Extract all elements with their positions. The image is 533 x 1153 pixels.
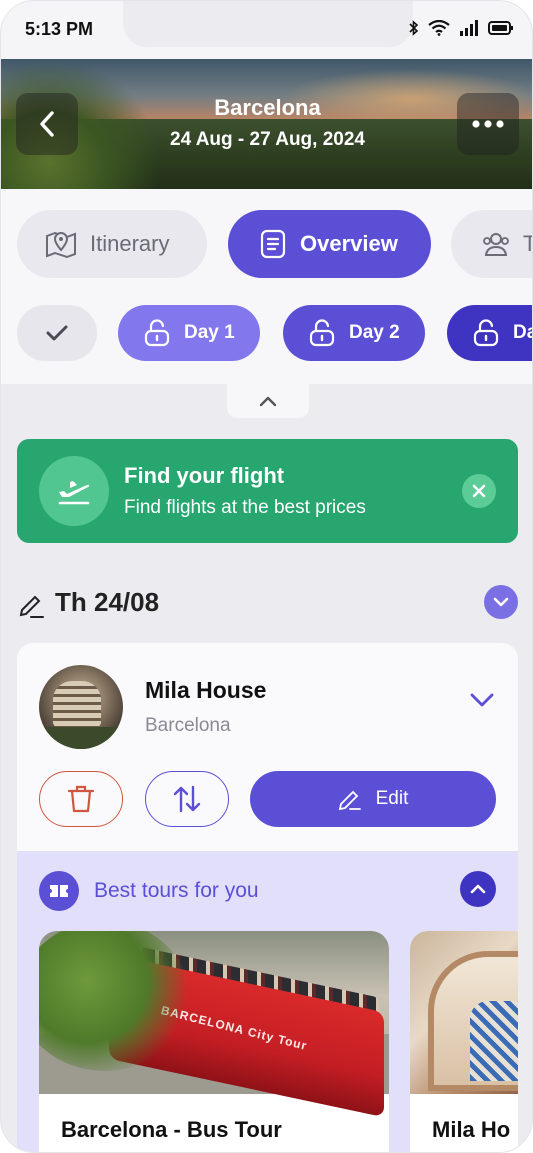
chevron-up-icon (259, 396, 277, 407)
tab-travelers-label: T (523, 231, 532, 257)
chevron-up-icon (470, 884, 486, 894)
plane-takeoff-icon (39, 456, 109, 526)
chevron-down-icon (493, 597, 509, 607)
reorder-button[interactable] (145, 771, 229, 827)
status-bar: 5:13 PM (1, 1, 532, 59)
bluetooth-icon (409, 20, 419, 36)
tour-ticket-icon (39, 871, 79, 911)
day-chip-1[interactable]: Day 1 (118, 305, 260, 361)
close-banner-button[interactable] (462, 474, 496, 508)
day-date-label: Th 24/08 (55, 587, 160, 617)
tours-title: Best tours for you (94, 879, 259, 902)
close-icon (472, 484, 486, 498)
day-header: Th 24/08 (17, 585, 518, 621)
place-card: Mila House Barcelona Edit Best tours for… (17, 643, 518, 1152)
unlock-icon (144, 319, 170, 347)
tab-overview[interactable]: Overview (228, 210, 431, 278)
tour-name: Barcelona - Bus Tour (61, 1117, 282, 1142)
trash-icon (67, 785, 95, 813)
sort-arrows-icon (173, 785, 201, 813)
battery-icon (488, 21, 513, 35)
day-chip-3[interactable]: Da (447, 305, 532, 361)
checkmark-icon (46, 325, 68, 341)
more-options-button[interactable] (457, 93, 519, 155)
tours-collapse-button[interactable] (460, 871, 496, 907)
best-tours-section: Best tours for you BARCELONA City Tour B… (17, 851, 518, 1152)
tabs-area: Itinerary Overview T Day 1 (1, 189, 532, 384)
notch (123, 1, 413, 47)
tab-itinerary[interactable]: Itinerary (17, 210, 207, 278)
wifi-icon (428, 20, 450, 36)
place-photo (39, 665, 123, 749)
place-expand-button[interactable] (470, 693, 494, 707)
chevron-down-icon (470, 693, 494, 707)
day-chip-2[interactable]: Day 2 (283, 305, 425, 361)
cellular-icon (460, 20, 478, 36)
day-chip-2-label: Day 2 (349, 322, 400, 343)
edit-button-label: Edit (375, 788, 409, 809)
map-pin-icon (44, 227, 78, 261)
edit-pencil-icon[interactable] (17, 591, 45, 619)
trip-hero: Barcelona 24 Aug - 27 Aug, 2024 (1, 59, 532, 189)
day-chip-3-label: Da (513, 322, 532, 343)
status-time: 5:13 PM (25, 19, 94, 39)
status-icons (409, 20, 514, 36)
tab-travelers[interactable]: T (451, 210, 532, 278)
tour-card[interactable]: Mila Ho (410, 931, 518, 1152)
day-all-checkbox[interactable] (17, 305, 97, 361)
place-name: Mila House (145, 677, 267, 703)
place-city: Barcelona (145, 715, 231, 736)
collapse-tabs-button[interactable] (227, 384, 309, 418)
people-icon (481, 230, 511, 258)
pencil-icon (338, 787, 362, 811)
document-icon (258, 229, 288, 259)
flight-banner-title: Find your flight (124, 463, 285, 488)
trip-title: Barcelona (214, 95, 321, 120)
tour-name: Mila Ho (432, 1117, 511, 1142)
day-expand-button[interactable] (484, 585, 518, 619)
tour-image-bus: BARCELONA City Tour (39, 931, 389, 1118)
unlock-icon (309, 319, 335, 347)
delete-button[interactable] (39, 771, 123, 827)
tab-overview-label: Overview (300, 231, 398, 256)
tab-itinerary-label: Itinerary (90, 231, 170, 256)
tour-card[interactable]: BARCELONA City Tour Barcelona - Bus Tour (39, 931, 389, 1152)
tour-image-mila (410, 931, 518, 1094)
trip-dates: 24 Aug - 27 Aug, 2024 (170, 129, 365, 150)
more-horizontal-icon (472, 120, 504, 128)
find-flight-banner[interactable]: Find your flight Find flights at the bes… (17, 439, 518, 543)
phone-screen: 5:13 PM Barcelona 24 Aug - 27 Aug, 2024 (0, 0, 533, 1153)
day-chip-1-label: Day 1 (184, 322, 235, 343)
flight-banner-subtitle: Find flights at the best prices (124, 497, 366, 518)
unlock-icon (473, 319, 499, 347)
edit-button[interactable]: Edit (250, 771, 496, 827)
